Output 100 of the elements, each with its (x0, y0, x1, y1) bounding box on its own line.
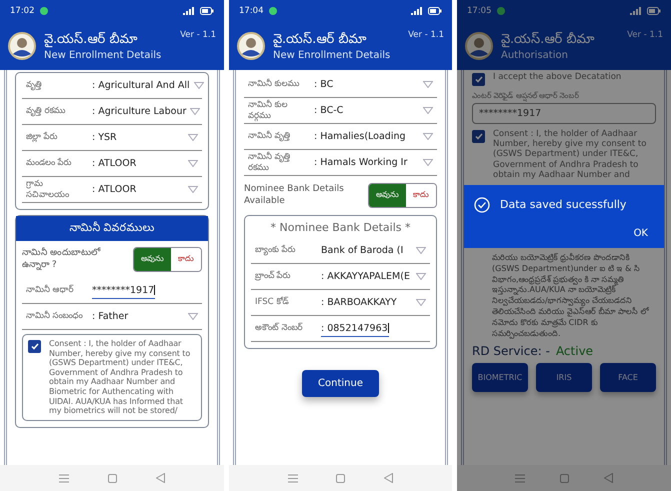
screen-subtitle: New Enrollment Details (44, 50, 162, 60)
checkbox[interactable] (472, 73, 485, 86)
status-time: 17:02 (10, 6, 34, 16)
field-label: IFSC కోడ్ (255, 297, 290, 308)
dropdown-caret-icon[interactable] (416, 273, 426, 280)
field-label: నామినీ వృత్తి రకము (248, 152, 292, 174)
home-icon[interactable] (336, 474, 346, 482)
field-label: వృత్తి (26, 80, 43, 91)
dropdown-value[interactable]: : YSR (92, 132, 184, 143)
field-label: నామినీ కుల వర్గము (248, 100, 289, 122)
capture-button[interactable]: BIOMETRIC (472, 363, 528, 392)
signal-icon (183, 7, 195, 15)
app-title: వై.యస్.ఆర్ బీమా (273, 32, 368, 48)
dropdown-value[interactable]: Bank of Baroda (I (321, 245, 412, 256)
screen-subtitle: Authorisation (501, 50, 569, 60)
section-title: * Nominee Bank Details * (270, 220, 412, 234)
field-label: బ్రాంచ్ పేరు (255, 271, 292, 282)
dropdown-caret-icon[interactable] (190, 108, 200, 115)
continue-button[interactable]: Continue (302, 370, 379, 397)
menu-icon[interactable] (59, 474, 70, 482)
dropdown-value[interactable]: : AKKAYYAPALEM(E (321, 271, 412, 282)
field-label: అకౌంట్ నెంబర్ (255, 323, 304, 334)
toggle-option[interactable]: అవును (134, 248, 171, 271)
dialog-message: Data saved sucessfully (500, 198, 626, 212)
dropdown-value[interactable]: : ATLOOR (92, 184, 184, 195)
dropdown-caret-icon[interactable] (423, 81, 433, 88)
check-circle-icon (474, 196, 490, 213)
battery-icon (647, 7, 661, 15)
battery-icon (428, 7, 442, 15)
notification-icon (268, 7, 276, 15)
status-time: 17:04 (239, 6, 264, 16)
signal-icon (411, 7, 423, 15)
menu-icon[interactable] (514, 474, 525, 482)
status-time: 17:05 (467, 6, 492, 16)
battery-icon (200, 7, 214, 15)
dropdown-value[interactable]: : ATLOOR (92, 158, 184, 169)
dropdown-value[interactable]: : Father (92, 311, 184, 322)
dropdown-caret-icon[interactable] (423, 133, 433, 140)
field-label: జిల్లా పేరు (26, 132, 59, 143)
menu-icon[interactable] (288, 474, 298, 482)
dropdown-caret-icon[interactable] (188, 160, 198, 167)
ok-button[interactable]: OK (628, 226, 654, 240)
dropdown-caret-icon[interactable] (423, 159, 433, 166)
toggle-option[interactable]: అవును (369, 184, 406, 207)
dropdown-caret-icon[interactable] (423, 107, 433, 114)
dropdown-value[interactable]: : BC-C (314, 105, 419, 116)
input-field[interactable]: ********1917 (472, 103, 656, 124)
checkbox[interactable] (472, 130, 485, 143)
dropdown-value[interactable]: : BC (314, 79, 419, 90)
dropdown-value[interactable]: : Hamals Working Ir (314, 157, 419, 168)
dropdown-value[interactable]: : BARBOAKKAYY (321, 297, 412, 308)
version-label: Ver - 1.1 (408, 30, 444, 40)
capture-button[interactable]: FACE (600, 363, 656, 392)
screen-subtitle: New Enrollment Details (273, 50, 392, 60)
app-title: వై.యస్.ఆర్ బీమా (44, 32, 138, 48)
status-label: RD Service: - (472, 344, 550, 358)
field-label: గ్రామ సచివాలయం (26, 178, 70, 200)
dropdown-value[interactable]: : Hamalies(Loading (314, 131, 419, 142)
dropdown-value[interactable]: : Agricultural And All (92, 80, 190, 91)
input-field[interactable]: ********1917 (92, 282, 156, 298)
version-label: Ver - 1.1 (627, 30, 663, 40)
dropdown-value[interactable]: : Agriculture Labour (92, 106, 186, 117)
check-icon (474, 133, 482, 140)
logo-icon (8, 32, 36, 60)
consent-text: Consent : I, the holder of Aadhaar Number, hereby give my consent to (GSWS Department) under ITE&C, Government of Andhra Pradesh to obtain my Aadhaar Number and Biometric for Authencating with UIDAI. AUA/KUA has Informed that my biometrics will not be stored/ (49, 339, 192, 416)
back-icon[interactable] (604, 473, 614, 483)
logo-icon (237, 32, 265, 60)
signal-icon (630, 7, 642, 15)
capture-button[interactable]: IRIS (536, 363, 592, 392)
field-label: నామినీ సంబంధం (26, 311, 84, 322)
dropdown-caret-icon[interactable] (188, 186, 198, 193)
notification-icon (40, 7, 48, 15)
field-label: వృత్తి రకము (26, 106, 67, 117)
consent-text: మరియు బయోమెట్రిక్ ధ్రువీకరణ పొందడానికి (GSWS Department)under ఐ టి ఇ & సి విభాగం,ఆంధ్రప్రదేశ్ ప్రభుత్వం కి నా సమ్మతి ఇస్తున్నాను.AUA/KUA నా బయోమెట్రిక్ నిల్వచేయబడదు/భాగస్వామ్యం చేయబడదని తెలియచేసింది మరియు వైఎస్ఆర్ బీమా పాలసీ లో నమోదు కొరకు మాత్రమే CIDR కు సమర్పించబడుతుంది. (491, 252, 650, 340)
consent-text: Consent : I, the holder of Aadhaar Number, hereby give my consent to (GSWS Department) under ITE&C, Government of Andhra Pradesh to obtain my Aadhaar Number and (493, 129, 648, 180)
app-title: వై.యస్.ఆర్ బీమా (501, 32, 596, 48)
back-icon[interactable] (384, 473, 393, 483)
version-label: Ver - 1.1 (180, 30, 216, 40)
home-icon[interactable] (560, 474, 569, 482)
logo-icon (465, 32, 493, 60)
toggle-label: నామినీ అందుబాటులో ఉన్నారా ? (22, 248, 102, 272)
field-label: నామినీ కులము (248, 79, 301, 90)
field-label: నామినీ వృత్తి (248, 131, 292, 142)
dropdown-caret-icon[interactable] (416, 299, 426, 306)
dropdown-caret-icon[interactable] (188, 134, 198, 141)
check-icon (474, 76, 482, 83)
back-icon[interactable] (156, 473, 165, 483)
input-field[interactable]: : 0852147963 (321, 320, 389, 336)
dropdown-caret-icon[interactable] (194, 82, 204, 89)
field-label: బ్యాంకు పేరు (255, 245, 297, 256)
section-heading: నామినీ వివరములు (16, 216, 208, 241)
field-label: మండలం పేరు (26, 158, 73, 169)
home-icon[interactable] (108, 474, 117, 482)
status-value: Active (556, 344, 594, 358)
dropdown-caret-icon[interactable] (416, 247, 426, 254)
field-label: నామినీ ఆధార్ (26, 285, 75, 296)
dropdown-caret-icon[interactable] (188, 313, 198, 320)
toggle-label: Nominee Bank Details Available (244, 184, 345, 208)
checkbox[interactable] (28, 340, 41, 353)
notification-icon (496, 7, 504, 15)
